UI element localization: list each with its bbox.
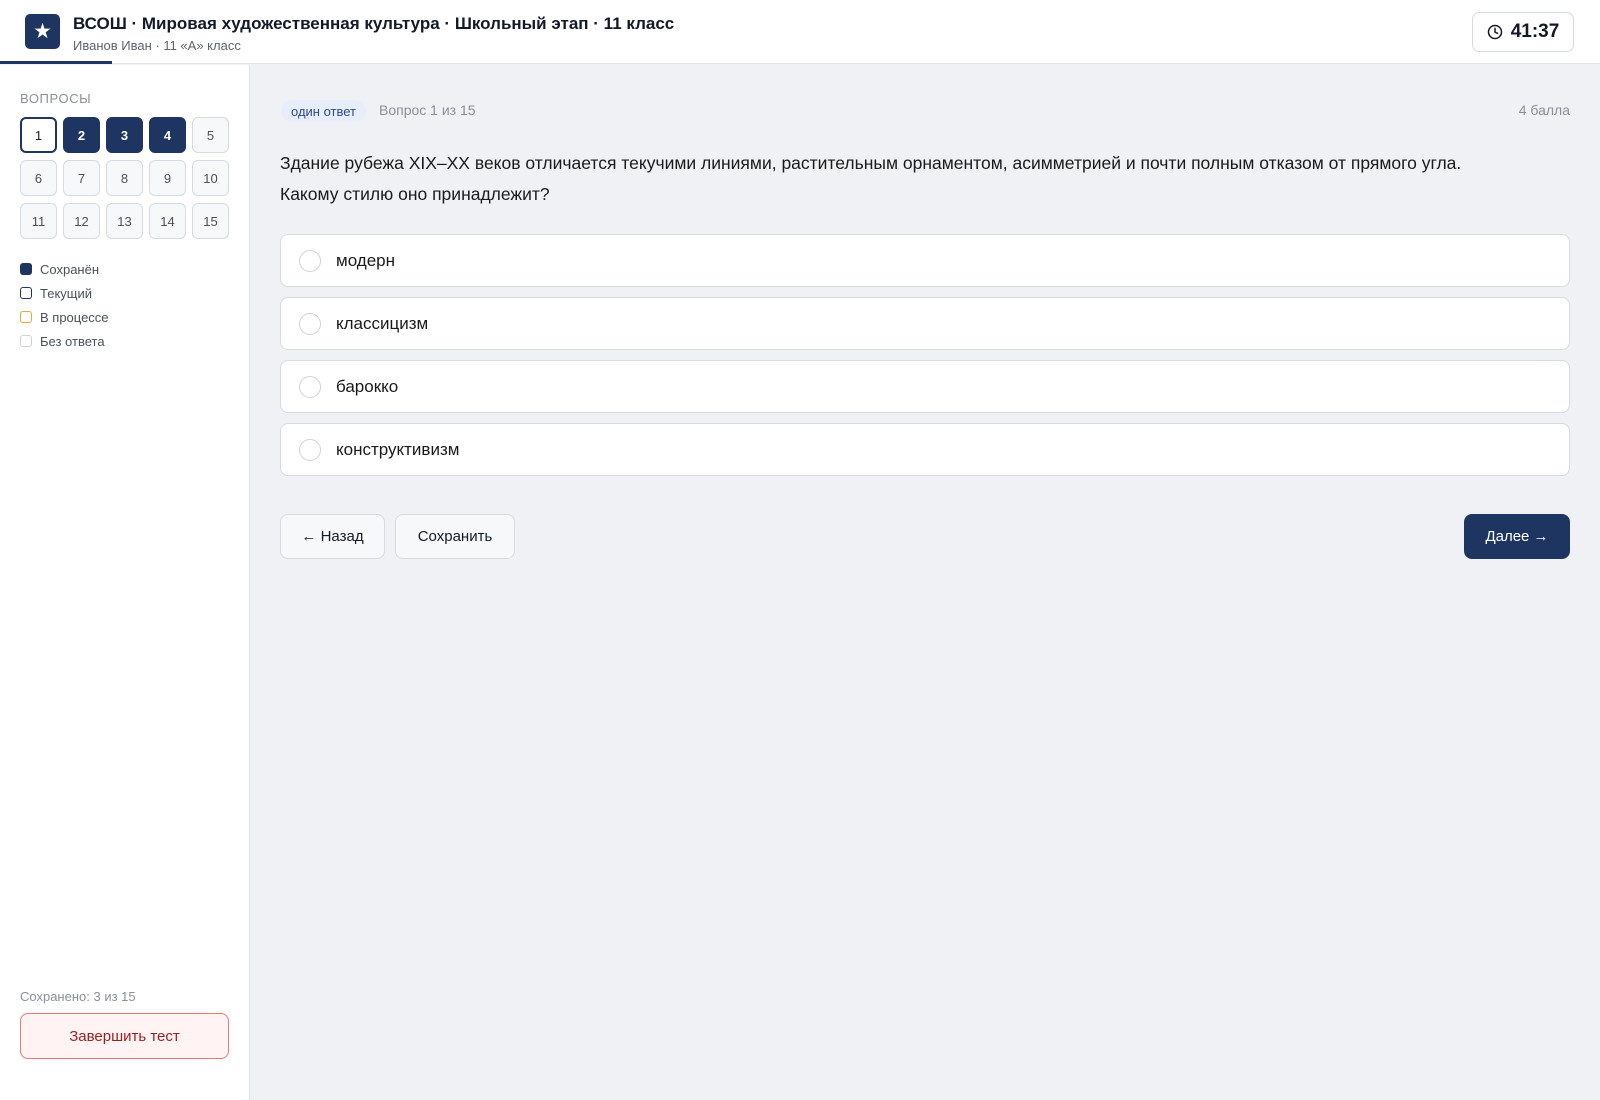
legend-swatch — [20, 263, 32, 275]
saved-count: Сохранено: 3 из 15 — [20, 989, 136, 1004]
legend-label: В процессе — [40, 309, 109, 325]
legend-item-progress: В процессе — [20, 305, 109, 329]
question-nav-button[interactable]: 4 — [149, 117, 186, 153]
progress-indicator — [0, 61, 112, 64]
answer-option[interactable]: классицизм — [280, 297, 1570, 350]
legend-label: Сохранён — [40, 261, 100, 277]
answer-option-label: модерн — [336, 250, 395, 270]
finish-test-button[interactable]: Завершить тест — [20, 1013, 229, 1059]
student-name: Иванов Иван · 11 «А» класс — [73, 38, 241, 53]
question-nav-button[interactable]: 3 — [106, 117, 143, 153]
question-nav-button[interactable]: 13 — [106, 203, 143, 239]
answer-option[interactable]: конструктивизм — [280, 423, 1570, 476]
sidebar: Вопросы 1 2 3 4 5 6 7 8 9 10 11 12 13 14 15 Сохранён Те… — [0, 65, 250, 1100]
question-nav-button[interactable]: 7 — [63, 160, 100, 196]
legend-item-none: Без ответа — [20, 329, 109, 353]
radio-button[interactable] — [299, 438, 321, 461]
answer-option-label: классицизм — [336, 313, 429, 333]
question-nav-button[interactable]: 5 — [192, 117, 229, 153]
legend-item-current: Текущий — [20, 281, 109, 305]
legend-item-saved: Сохранён — [20, 257, 109, 281]
timer-value: 41:37 — [1510, 21, 1560, 42]
question-line: Какому стилю оно принадлежит? — [280, 184, 550, 204]
top-header: ★ ВСОШ · Мировая художественная культура… — [0, 0, 1600, 64]
legend-swatch — [20, 311, 32, 323]
page-title: ВСОШ · Мировая художественная культура ·… — [73, 14, 675, 33]
star-logo-icon: ★ — [25, 14, 60, 49]
question-grid: 1 2 3 4 5 6 7 8 9 10 11 12 13 14 15 — [20, 117, 229, 239]
legend: Сохранён Текущий В процессе Без ответа — [20, 257, 109, 353]
question-nav-button[interactable]: 2 — [63, 117, 100, 153]
question-nav-button[interactable]: 11 — [20, 203, 57, 239]
question-nav-button[interactable]: 8 — [106, 160, 143, 196]
answer-option-label: барокко — [336, 376, 399, 396]
radio-button[interactable] — [299, 249, 321, 272]
question-points: 4 балла — [1518, 102, 1570, 118]
radio-button[interactable] — [299, 312, 321, 335]
question-nav-button[interactable]: 15 — [192, 203, 229, 239]
question-nav-button[interactable]: 6 — [20, 160, 57, 196]
legend-label: Без ответа — [40, 333, 105, 349]
questions-heading: Вопросы — [20, 91, 92, 106]
legend-swatch — [20, 335, 32, 347]
legend-swatch — [20, 287, 32, 299]
question-type-badge: один ответ — [281, 100, 366, 122]
next-button[interactable]: Далее → — [1464, 514, 1570, 559]
clock-icon — [1487, 24, 1503, 40]
question-line: Здание рубежа XIX–XX веков отличается те… — [280, 153, 1462, 173]
save-button[interactable]: Сохранить — [395, 514, 515, 559]
question-text: Здание рубежа XIX–XX веков отличается те… — [280, 148, 1560, 210]
answer-options: модерн классицизм барокко конструктивизм — [280, 234, 1570, 486]
radio-button[interactable] — [299, 375, 321, 398]
timer: 41:37 — [1472, 12, 1574, 52]
back-button[interactable]: ← Назад — [280, 514, 385, 559]
answer-option-label: конструктивизм — [336, 439, 460, 459]
answer-option[interactable]: барокко — [280, 360, 1570, 413]
question-nav-button[interactable]: 12 — [63, 203, 100, 239]
question-nav-button[interactable]: 1 — [20, 117, 57, 153]
answer-option[interactable]: модерн — [280, 234, 1570, 287]
legend-label: Текущий — [40, 285, 92, 301]
question-nav-button[interactable]: 10 — [192, 160, 229, 196]
question-nav-button[interactable]: 14 — [149, 203, 186, 239]
question-nav-button[interactable]: 9 — [149, 160, 186, 196]
question-counter: Вопрос 1 из 15 — [379, 102, 476, 118]
